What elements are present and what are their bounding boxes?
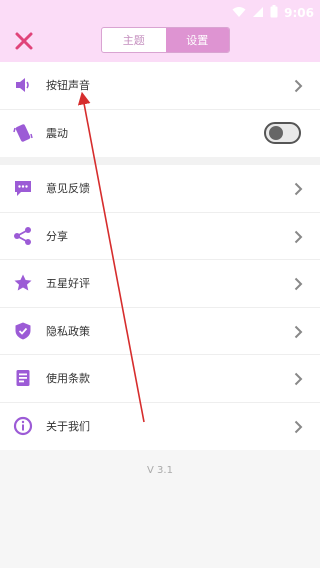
- version-label: V 3.1: [147, 465, 173, 476]
- setting-row-button-sound[interactable]: 按钮声音: [0, 62, 320, 110]
- battery-icon: [270, 3, 278, 22]
- chevron-right-icon: [294, 181, 303, 196]
- setting-row-feedback[interactable]: 意见反馈: [0, 165, 320, 213]
- setting-row-privacy[interactable]: 隐私政策: [0, 308, 320, 355]
- setting-row-share[interactable]: 分享: [0, 213, 320, 260]
- close-button[interactable]: [13, 30, 35, 52]
- chevron-right-icon: [294, 419, 303, 434]
- shield-icon: [13, 321, 33, 341]
- header: 主题 设置: [0, 22, 320, 62]
- toggle-knob: [269, 126, 283, 141]
- settings-group-1: 按钮声音 震动: [0, 62, 320, 157]
- status-bar: 9:06: [0, 0, 320, 22]
- setting-row-vibration: 震动: [0, 110, 320, 158]
- setting-label: 使用条款: [46, 372, 90, 386]
- document-icon: [13, 368, 33, 388]
- info-icon: [13, 416, 33, 436]
- feedback-icon: [13, 178, 33, 198]
- setting-label: 隐私政策: [46, 324, 90, 338]
- setting-row-rate[interactable]: 五星好评: [0, 260, 320, 308]
- setting-row-terms[interactable]: 使用条款: [0, 355, 320, 403]
- close-icon: [13, 32, 35, 56]
- wifi-icon: [232, 3, 246, 22]
- group-divider: [0, 157, 320, 165]
- settings-content: 按钮声音 震动 意见反馈 分享 五星好评 隐私政策 使用条款 关于我们 V 3.…: [0, 62, 320, 568]
- setting-label: 按钮声音: [46, 79, 90, 93]
- tab-settings[interactable]: 设置: [165, 28, 229, 52]
- signal-icon: [252, 3, 264, 22]
- chevron-right-icon: [294, 78, 303, 93]
- vibration-toggle[interactable]: [264, 122, 301, 145]
- vibrate-icon: [13, 123, 33, 143]
- chevron-right-icon: [294, 229, 303, 243]
- setting-row-about[interactable]: 关于我们: [0, 403, 320, 451]
- speaker-icon: [13, 75, 33, 95]
- setting-label: 分享: [46, 229, 68, 243]
- setting-label: 五星好评: [46, 277, 90, 291]
- setting-label: 关于我们: [46, 420, 90, 434]
- setting-label: 震动: [46, 127, 68, 141]
- chevron-right-icon: [294, 371, 303, 386]
- share-icon: [13, 226, 33, 246]
- tab-theme[interactable]: 主题: [102, 28, 166, 52]
- tab-switcher: 主题 设置: [101, 27, 230, 53]
- chevron-right-icon: [294, 324, 303, 338]
- chevron-right-icon: [294, 276, 303, 291]
- star-icon: [13, 273, 33, 293]
- settings-group-2: 意见反馈 分享 五星好评 隐私政策 使用条款 关于我们: [0, 165, 320, 450]
- setting-label: 意见反馈: [46, 182, 90, 196]
- status-time: 9:06: [284, 5, 314, 20]
